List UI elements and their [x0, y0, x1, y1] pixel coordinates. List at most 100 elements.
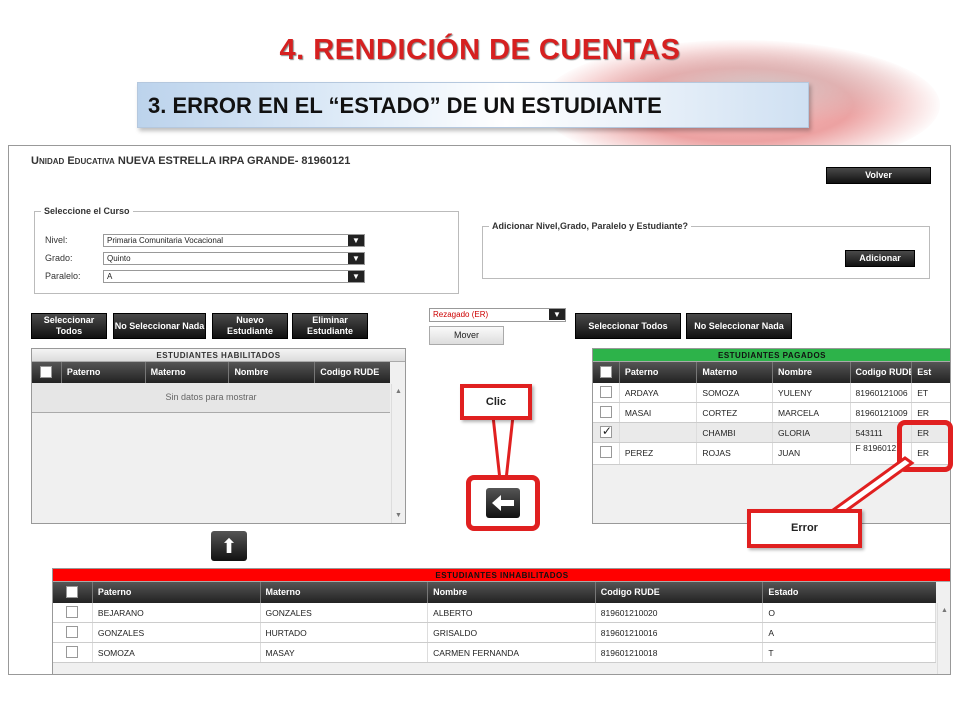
- move-button[interactable]: Mover: [429, 326, 504, 345]
- select-none-left-button[interactable]: No Seleccionar Nada: [113, 313, 206, 339]
- grado-select[interactable]: Quinto ▼: [103, 252, 365, 265]
- cell-materno: CHAMBI: [697, 423, 773, 442]
- nivel-select[interactable]: Primaria Comunitaria Vocacional ▼: [103, 234, 365, 247]
- move-left-button[interactable]: [466, 475, 540, 531]
- enabled-students-title: ESTUDIANTES HABILITADOS: [32, 349, 405, 362]
- cell-nombre: YULENY: [773, 383, 851, 402]
- paid-col-codigo-rude[interactable]: Codigo RUDE: [851, 362, 913, 383]
- row-checkbox-cell: [593, 383, 620, 402]
- error-callout: Error: [747, 509, 862, 548]
- checkmark-icon: ✓: [601, 424, 612, 438]
- select-all-checkbox-cell: [32, 362, 62, 383]
- school-header: Unidad Educativa NUEVA ESTRELLA IRPA GRA…: [31, 155, 350, 167]
- chevron-down-icon: ▼: [549, 309, 565, 320]
- empty-message: Sin datos para mostrar: [32, 383, 390, 413]
- scroll-up-icon[interactable]: ▲: [395, 388, 402, 395]
- disabled-row[interactable]: GONZALES HURTADO GRISALDO 819601210016 A: [53, 623, 937, 643]
- status-value: Rezagado (ER): [433, 310, 489, 319]
- cell-materno: SOMOZA: [697, 383, 773, 402]
- paid-col-est[interactable]: Est: [912, 362, 950, 383]
- row-checkbox-cell: [593, 443, 620, 464]
- paid-select-all-cell: [593, 362, 620, 383]
- add-button[interactable]: Adicionar: [845, 250, 915, 267]
- select-all-right-button[interactable]: Seleccionar Todos: [575, 313, 681, 339]
- scroll-up-icon[interactable]: ▲: [941, 607, 948, 614]
- cell-nombre: GLORIA: [773, 423, 851, 442]
- row-checkbox[interactable]: [599, 386, 612, 398]
- paid-select-all-checkbox[interactable]: [599, 366, 612, 378]
- course-legend: Seleccione el Curso: [44, 206, 130, 216]
- row-checkbox[interactable]: [66, 626, 79, 638]
- paid-table-header: Paterno Materno Nombre Codigo RUDE Est: [593, 362, 950, 383]
- new-student-button[interactable]: Nuevo Estudiante: [212, 313, 288, 339]
- nivel-label: Nivel:: [45, 235, 68, 245]
- disabled-col-codigo-rude[interactable]: Codigo RUDE: [596, 582, 764, 603]
- cell-nombre: MARCELA: [773, 403, 851, 422]
- col-materno[interactable]: Materno: [146, 362, 230, 383]
- delete-student-button[interactable]: Eliminar Estudiante: [292, 313, 368, 339]
- slide-title: 4. RENDICIÓN DE CUENTAS: [279, 34, 681, 66]
- arrow-left-icon: [486, 488, 520, 518]
- chevron-down-icon: ▼: [348, 235, 364, 246]
- row-checkbox[interactable]: [599, 446, 612, 458]
- disabled-col-estado[interactable]: Estado: [763, 582, 936, 603]
- paralelo-label: Paralelo:: [45, 271, 81, 281]
- scroll-down-icon[interactable]: ▼: [395, 512, 402, 519]
- disabled-select-all-cell: [53, 582, 93, 603]
- cell-nombre: GRISALDO: [428, 623, 596, 642]
- arrow-left-glyph: [492, 495, 514, 511]
- cell-materno: CORTEZ: [697, 403, 773, 422]
- cell-materno: MASAY: [261, 643, 429, 662]
- paid-students-title: ESTUDIANTES PAGADOS: [593, 349, 950, 362]
- enabled-table-header: Paterno Materno Nombre Codigo RUDE: [32, 362, 390, 383]
- cell-paterno: BEJARANO: [93, 603, 261, 622]
- disabled-col-paterno[interactable]: Paterno: [93, 582, 261, 603]
- cell-rude: 819601210018: [596, 643, 764, 662]
- cell-materno: ROJAS: [697, 443, 773, 464]
- col-nombre[interactable]: Nombre: [229, 362, 316, 383]
- disabled-select-all-checkbox[interactable]: [66, 586, 79, 598]
- row-checkbox[interactable]: [599, 406, 612, 418]
- enabled-scrollbar[interactable]: ▲ ▼: [391, 384, 405, 523]
- enabled-students-panel: ESTUDIANTES HABILITADOS Paterno Materno …: [31, 348, 406, 524]
- disabled-students-title: ESTUDIANTES INHABILITADOS: [53, 569, 950, 582]
- move-up-button[interactable]: ⬆: [211, 531, 247, 561]
- select-all-left-button[interactable]: Seleccionar Todos: [31, 313, 107, 339]
- chevron-down-icon: ▼: [348, 271, 364, 282]
- row-checkbox-checked[interactable]: ✓: [599, 424, 612, 438]
- cell-rude: 819601210020: [596, 603, 764, 622]
- grado-label: Grado:: [45, 253, 73, 263]
- select-none-right-button[interactable]: No Seleccionar Nada: [686, 313, 792, 339]
- paid-row[interactable]: MASAI CORTEZ MARCELA 81960121009 ER: [593, 403, 950, 423]
- col-paterno[interactable]: Paterno: [62, 362, 146, 383]
- paralelo-select[interactable]: A ▼: [103, 270, 365, 283]
- error-highlight-box: [897, 420, 953, 472]
- cell-materno: GONZALES: [261, 603, 429, 622]
- disabled-row[interactable]: SOMOZA MASAY CARMEN FERNANDA 81960121001…: [53, 643, 937, 663]
- paid-row[interactable]: ARDAYA SOMOZA YULENY 81960121006 ET: [593, 383, 950, 403]
- paid-col-nombre[interactable]: Nombre: [773, 362, 851, 383]
- cell-estado: A: [763, 623, 937, 642]
- row-checkbox[interactable]: [66, 646, 79, 658]
- col-codigo-rude[interactable]: Codigo RUDE: [315, 362, 390, 383]
- disabled-col-nombre[interactable]: Nombre: [428, 582, 596, 603]
- back-button[interactable]: Volver: [826, 167, 931, 184]
- disabled-scrollbar[interactable]: ▲: [937, 603, 950, 674]
- click-callout: Clic: [460, 384, 532, 420]
- cell-paterno: GONZALES: [93, 623, 261, 642]
- disabled-col-materno[interactable]: Materno: [261, 582, 429, 603]
- grado-value: Quinto: [107, 254, 131, 263]
- paid-col-paterno[interactable]: Paterno: [620, 362, 698, 383]
- disabled-row[interactable]: BEJARANO GONZALES ALBERTO 819601210020 O: [53, 603, 937, 623]
- nivel-value: Primaria Comunitaria Vocacional: [107, 236, 224, 245]
- school-name: NUEVA ESTRELLA IRPA GRANDE- 81960121: [114, 155, 351, 167]
- paid-col-materno[interactable]: Materno: [697, 362, 773, 383]
- cell-paterno: SOMOZA: [93, 643, 261, 662]
- status-select[interactable]: Rezagado (ER) ▼: [429, 308, 566, 322]
- cell-est: ET: [912, 383, 950, 402]
- select-all-checkbox[interactable]: [40, 366, 53, 378]
- row-checkbox[interactable]: [66, 606, 79, 618]
- row-checkbox-cell: [53, 643, 93, 662]
- slide-subtitle: 3. ERROR EN EL “ESTADO” DE UN ESTUDIANTE: [137, 82, 809, 128]
- cell-nombre: ALBERTO: [428, 603, 596, 622]
